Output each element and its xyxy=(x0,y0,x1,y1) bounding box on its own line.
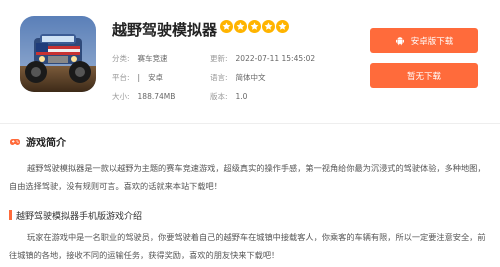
android-download-button[interactable]: 安卓版下载 xyxy=(370,28,478,53)
meta-platform: 平台: | 安卓 xyxy=(112,73,164,82)
star-icon xyxy=(234,20,247,33)
rating-stars xyxy=(220,20,289,33)
no-download-label: 暂无下载 xyxy=(406,71,441,82)
section-divider xyxy=(0,123,500,124)
android-icon xyxy=(395,36,404,45)
meta-category: 分类: 赛车竞速 xyxy=(112,54,168,63)
no-download-button[interactable]: 暂无下载 xyxy=(370,63,478,88)
star-icon xyxy=(220,20,233,33)
star-icon xyxy=(262,20,275,33)
meta-language: 语言: 简体中文 xyxy=(210,73,266,82)
intro-paragraph: 越野驾驶模拟器是一款以越野为主题的赛车竞速游戏，超级真实的操作手感，第一视角给你… xyxy=(9,163,486,191)
sub-section-marker xyxy=(9,210,12,220)
sub-section-title: 越野驾驶模拟器手机版游戏介绍 xyxy=(16,212,143,222)
android-download-label: 安卓版下载 xyxy=(410,36,454,47)
app-title: 越野驾驶模拟器 xyxy=(112,21,218,39)
meta-version: 版本: 1.0 xyxy=(210,92,248,101)
meta-size: 大小: 188.74MB xyxy=(112,92,176,101)
star-icon xyxy=(248,20,261,33)
app-icon xyxy=(20,16,96,92)
intro-title: 游戏简介 xyxy=(26,138,66,149)
gamepad-icon xyxy=(10,139,20,145)
meta-update: 更新: 2022-07-11 15:45:02 xyxy=(210,54,316,63)
sub-section-paragraph: 玩家在游戏中是一名职业的驾驶员，你要驾驶着自己的越野车在城镇中接载客人，你乘客的… xyxy=(9,232,486,260)
star-icon xyxy=(276,20,289,33)
